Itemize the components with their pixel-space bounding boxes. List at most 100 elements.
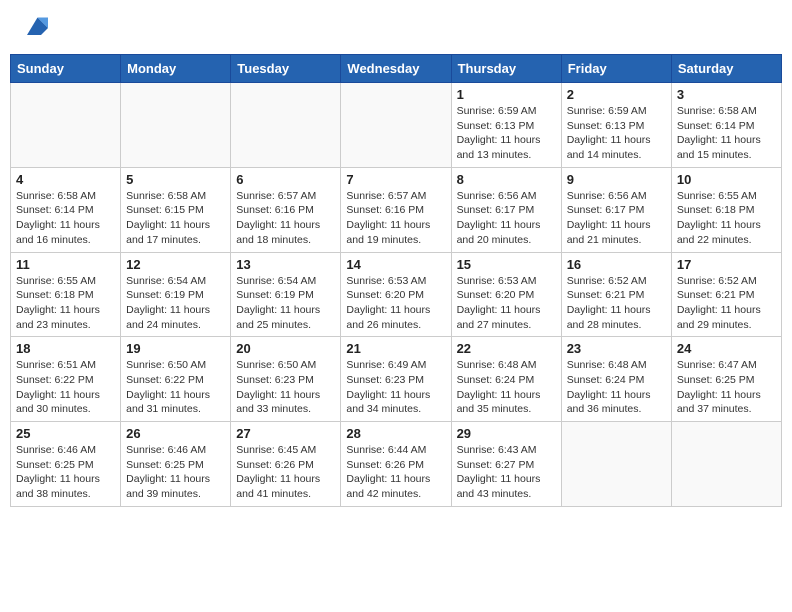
day-info: Sunrise: 6:52 AM Sunset: 6:21 PM Dayligh… — [567, 274, 666, 333]
calendar-table: SundayMondayTuesdayWednesdayThursdayFrid… — [10, 54, 782, 507]
day-info: Sunrise: 6:46 AM Sunset: 6:25 PM Dayligh… — [126, 443, 225, 502]
day-number: 18 — [16, 341, 115, 356]
calendar-cell: 26 Sunrise: 6:46 AM Sunset: 6:25 PM Dayli… — [121, 422, 231, 507]
weekday-header-friday: Friday — [561, 55, 671, 83]
day-number: 9 — [567, 172, 666, 187]
day-number: 17 — [677, 257, 776, 272]
day-number: 6 — [236, 172, 335, 187]
day-number: 1 — [457, 87, 556, 102]
day-number: 8 — [457, 172, 556, 187]
day-info: Sunrise: 6:54 AM Sunset: 6:19 PM Dayligh… — [126, 274, 225, 333]
day-info: Sunrise: 6:47 AM Sunset: 6:25 PM Dayligh… — [677, 358, 776, 417]
day-info: Sunrise: 6:49 AM Sunset: 6:23 PM Dayligh… — [346, 358, 445, 417]
day-info: Sunrise: 6:57 AM Sunset: 6:16 PM Dayligh… — [236, 189, 335, 248]
day-number: 24 — [677, 341, 776, 356]
day-number: 22 — [457, 341, 556, 356]
day-info: Sunrise: 6:53 AM Sunset: 6:20 PM Dayligh… — [457, 274, 556, 333]
calendar-cell: 21 Sunrise: 6:49 AM Sunset: 6:23 PM Dayli… — [341, 337, 451, 422]
day-number: 19 — [126, 341, 225, 356]
calendar-cell: 6 Sunrise: 6:57 AM Sunset: 6:16 PM Daylig… — [231, 167, 341, 252]
day-number: 20 — [236, 341, 335, 356]
day-number: 28 — [346, 426, 445, 441]
day-number: 2 — [567, 87, 666, 102]
day-number: 7 — [346, 172, 445, 187]
calendar-cell: 14 Sunrise: 6:53 AM Sunset: 6:20 PM Dayli… — [341, 252, 451, 337]
day-info: Sunrise: 6:56 AM Sunset: 6:17 PM Dayligh… — [567, 189, 666, 248]
calendar-cell: 24 Sunrise: 6:47 AM Sunset: 6:25 PM Dayli… — [671, 337, 781, 422]
day-info: Sunrise: 6:53 AM Sunset: 6:20 PM Dayligh… — [346, 274, 445, 333]
weekday-header-tuesday: Tuesday — [231, 55, 341, 83]
calendar-cell — [341, 83, 451, 168]
day-info: Sunrise: 6:59 AM Sunset: 6:13 PM Dayligh… — [567, 104, 666, 163]
calendar-cell — [561, 422, 671, 507]
calendar-cell — [671, 422, 781, 507]
weekday-header-thursday: Thursday — [451, 55, 561, 83]
calendar-cell: 8 Sunrise: 6:56 AM Sunset: 6:17 PM Daylig… — [451, 167, 561, 252]
calendar-cell: 29 Sunrise: 6:43 AM Sunset: 6:27 PM Dayli… — [451, 422, 561, 507]
calendar-cell: 18 Sunrise: 6:51 AM Sunset: 6:22 PM Dayli… — [11, 337, 121, 422]
day-info: Sunrise: 6:57 AM Sunset: 6:16 PM Dayligh… — [346, 189, 445, 248]
calendar-cell — [121, 83, 231, 168]
day-number: 16 — [567, 257, 666, 272]
page-header — [10, 10, 782, 46]
day-info: Sunrise: 6:56 AM Sunset: 6:17 PM Dayligh… — [457, 189, 556, 248]
calendar-cell: 2 Sunrise: 6:59 AM Sunset: 6:13 PM Daylig… — [561, 83, 671, 168]
day-number: 14 — [346, 257, 445, 272]
day-number: 25 — [16, 426, 115, 441]
calendar-cell: 1 Sunrise: 6:59 AM Sunset: 6:13 PM Daylig… — [451, 83, 561, 168]
day-info: Sunrise: 6:48 AM Sunset: 6:24 PM Dayligh… — [457, 358, 556, 417]
day-number: 29 — [457, 426, 556, 441]
day-number: 21 — [346, 341, 445, 356]
calendar-cell: 16 Sunrise: 6:52 AM Sunset: 6:21 PM Dayli… — [561, 252, 671, 337]
calendar-cell: 13Sunrise: 6:54 AM Sunset: 6:19 PM Dayli… — [231, 252, 341, 337]
weekday-header-wednesday: Wednesday — [341, 55, 451, 83]
day-number: 27 — [236, 426, 335, 441]
calendar-cell: 9 Sunrise: 6:56 AM Sunset: 6:17 PM Daylig… — [561, 167, 671, 252]
week-row-4: 18 Sunrise: 6:51 AM Sunset: 6:22 PM Dayli… — [11, 337, 782, 422]
day-number: 12 — [126, 257, 225, 272]
day-info: Sunrise: 6:50 AM Sunset: 6:23 PM Dayligh… — [236, 358, 335, 417]
calendar-cell: 5 Sunrise: 6:58 AM Sunset: 6:15 PM Daylig… — [121, 167, 231, 252]
day-number: 4 — [16, 172, 115, 187]
day-info: Sunrise: 6:59 AM Sunset: 6:13 PM Dayligh… — [457, 104, 556, 163]
week-row-1: 1 Sunrise: 6:59 AM Sunset: 6:13 PM Daylig… — [11, 83, 782, 168]
calendar-cell: 10Sunrise: 6:55 AM Sunset: 6:18 PM Dayli… — [671, 167, 781, 252]
day-info: Sunrise: 6:52 AM Sunset: 6:21 PM Dayligh… — [677, 274, 776, 333]
day-number: 11 — [16, 257, 115, 272]
day-info: Sunrise: 6:51 AM Sunset: 6:22 PM Dayligh… — [16, 358, 115, 417]
day-number: 3 — [677, 87, 776, 102]
weekday-header-row: SundayMondayTuesdayWednesdayThursdayFrid… — [11, 55, 782, 83]
logo — [16, 14, 48, 42]
calendar-cell: 22 Sunrise: 6:48 AM Sunset: 6:24 PM Dayli… — [451, 337, 561, 422]
day-number: 5 — [126, 172, 225, 187]
day-info: Sunrise: 6:43 AM Sunset: 6:27 PM Dayligh… — [457, 443, 556, 502]
calendar-cell: 3 Sunrise: 6:58 AM Sunset: 6:14 PM Daylig… — [671, 83, 781, 168]
calendar-cell: 4Sunrise: 6:58 AM Sunset: 6:14 PM Daylig… — [11, 167, 121, 252]
weekday-header-monday: Monday — [121, 55, 231, 83]
day-number: 15 — [457, 257, 556, 272]
day-info: Sunrise: 6:45 AM Sunset: 6:26 PM Dayligh… — [236, 443, 335, 502]
week-row-3: 11Sunrise: 6:55 AM Sunset: 6:18 PM Dayli… — [11, 252, 782, 337]
logo-icon — [20, 14, 48, 42]
calendar-cell: 27 Sunrise: 6:45 AM Sunset: 6:26 PM Dayli… — [231, 422, 341, 507]
day-info: Sunrise: 6:46 AM Sunset: 6:25 PM Dayligh… — [16, 443, 115, 502]
weekday-header-sunday: Sunday — [11, 55, 121, 83]
calendar-cell: 11Sunrise: 6:55 AM Sunset: 6:18 PM Dayli… — [11, 252, 121, 337]
day-number: 10 — [677, 172, 776, 187]
calendar-cell: 19 Sunrise: 6:50 AM Sunset: 6:22 PM Dayli… — [121, 337, 231, 422]
calendar-cell: 20 Sunrise: 6:50 AM Sunset: 6:23 PM Dayli… — [231, 337, 341, 422]
calendar-cell — [231, 83, 341, 168]
day-info: Sunrise: 6:58 AM Sunset: 6:15 PM Dayligh… — [126, 189, 225, 248]
calendar-cell: 25 Sunrise: 6:46 AM Sunset: 6:25 PM Dayli… — [11, 422, 121, 507]
day-info: Sunrise: 6:58 AM Sunset: 6:14 PM Dayligh… — [677, 104, 776, 163]
calendar-cell: 7 Sunrise: 6:57 AM Sunset: 6:16 PM Daylig… — [341, 167, 451, 252]
calendar-cell — [11, 83, 121, 168]
day-info: Sunrise: 6:48 AM Sunset: 6:24 PM Dayligh… — [567, 358, 666, 417]
calendar-cell: 12 Sunrise: 6:54 AM Sunset: 6:19 PM Dayli… — [121, 252, 231, 337]
day-number: 23 — [567, 341, 666, 356]
day-number: 26 — [126, 426, 225, 441]
weekday-header-saturday: Saturday — [671, 55, 781, 83]
calendar-cell: 17 Sunrise: 6:52 AM Sunset: 6:21 PM Dayli… — [671, 252, 781, 337]
calendar-cell: 15 Sunrise: 6:53 AM Sunset: 6:20 PM Dayli… — [451, 252, 561, 337]
day-info: Sunrise: 6:50 AM Sunset: 6:22 PM Dayligh… — [126, 358, 225, 417]
